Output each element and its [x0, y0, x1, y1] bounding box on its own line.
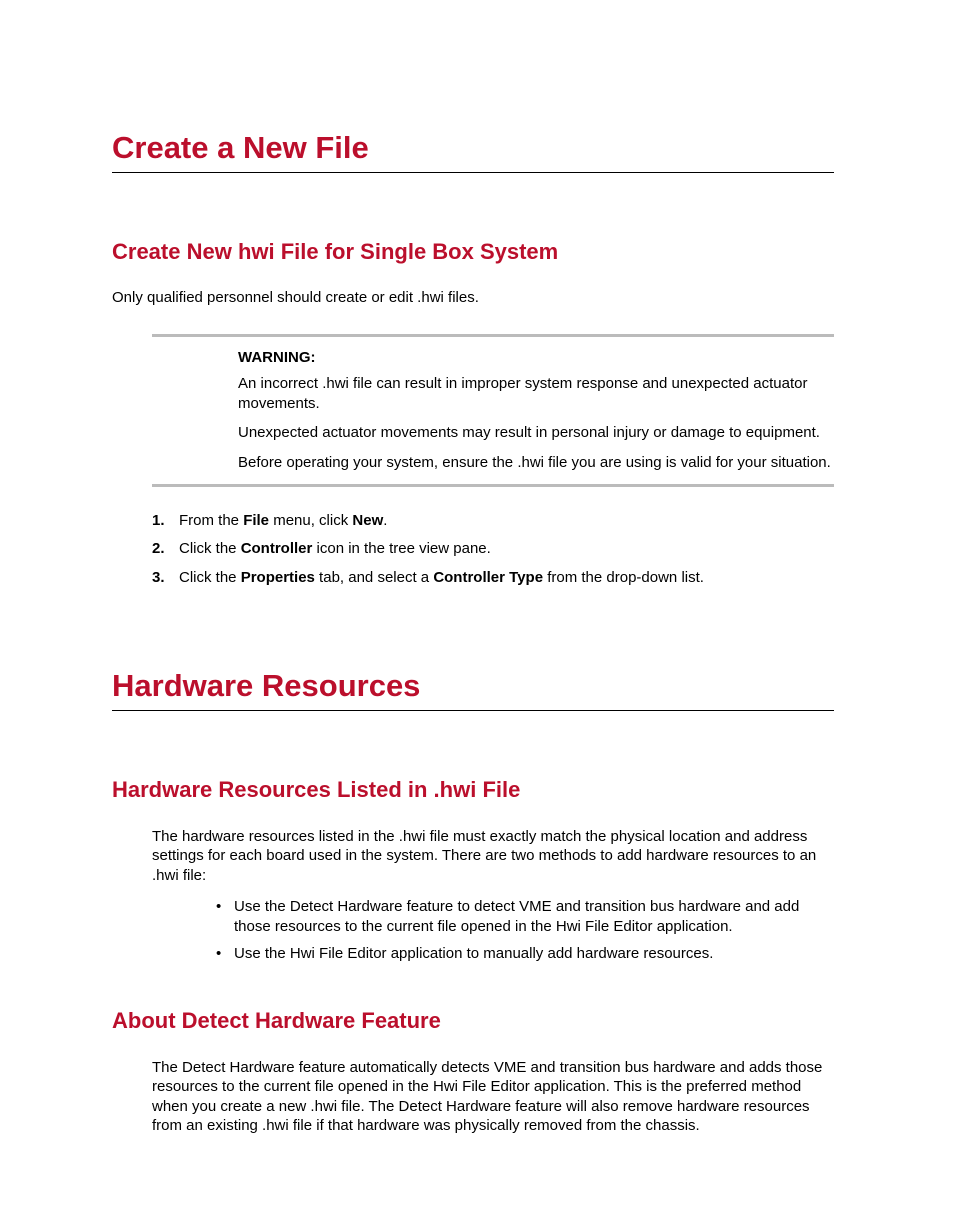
step-item: Click the Properties tab, and select a C…: [152, 568, 834, 588]
step-text: Click the: [179, 569, 241, 586]
step-bold: New: [352, 512, 383, 529]
heading-resources-listed: Hardware Resources Listed in .hwi File: [112, 777, 834, 803]
warning-text: An incorrect .hwi file can result in imp…: [238, 374, 834, 413]
bullet-list: Use the Detect Hardware feature to detec…: [212, 897, 834, 964]
procedure-steps: From the File menu, click New. Click the…: [152, 511, 834, 588]
step-text: tab, and select a: [315, 569, 433, 586]
step-text: From the: [179, 512, 243, 529]
step-bold: Controller Type: [433, 569, 543, 586]
paragraph-listed-intro: The hardware resources listed in the .hw…: [152, 827, 834, 886]
heading-about-detect: About Detect Hardware Feature: [112, 1008, 834, 1034]
step-item: From the File menu, click New.: [152, 511, 834, 531]
warning-callout: WARNING: An incorrect .hwi file can resu…: [152, 334, 834, 487]
step-text: icon in the tree view pane.: [312, 540, 490, 557]
step-bold: File: [243, 512, 269, 529]
paragraph-detect: The Detect Hardware feature automaticall…: [152, 1058, 834, 1136]
bullet-item: Use the Detect Hardware feature to detec…: [212, 897, 834, 936]
step-text: menu, click: [269, 512, 352, 529]
paragraph-intro: Only qualified personnel should create o…: [112, 289, 834, 306]
bullet-item: Use the Hwi File Editor application to m…: [212, 944, 834, 964]
step-text: .: [383, 512, 387, 529]
step-bold: Controller: [241, 540, 313, 557]
step-item: Click the Controller icon in the tree vi…: [152, 539, 834, 559]
warning-label: WARNING:: [238, 349, 834, 366]
step-text: from the drop-down list.: [543, 569, 704, 586]
warning-text: Unexpected actuator movements may result…: [238, 423, 834, 443]
heading-create-hwi-single-box: Create New hwi File for Single Box Syste…: [112, 239, 834, 265]
heading-hardware-resources: Hardware Resources: [112, 668, 834, 711]
warning-text: Before operating your system, ensure the…: [238, 453, 834, 473]
step-text: Click the: [179, 540, 241, 557]
step-bold: Properties: [241, 569, 315, 586]
heading-create-new-file: Create a New File: [112, 130, 834, 173]
